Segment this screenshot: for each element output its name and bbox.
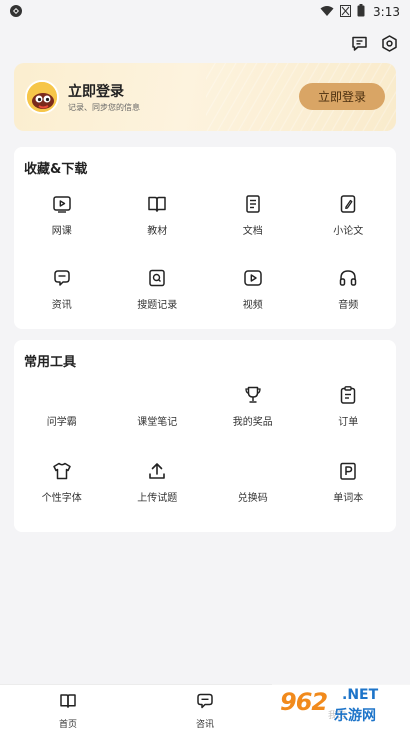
video-course-icon <box>52 193 72 215</box>
paper-pen-icon <box>338 193 358 215</box>
battery-icon <box>357 4 365 20</box>
trophy-icon <box>243 384 263 406</box>
favorites-grid: 网课 教材 文档 小论文 资讯 搜题记录 视频 音频 <box>14 193 396 341</box>
fav-item-search-record[interactable]: 搜题记录 <box>110 267 206 341</box>
tool-item-wordbook[interactable]: 单词本 <box>301 460 397 536</box>
message-icon[interactable] <box>350 34 368 52</box>
wifi-icon <box>320 5 334 20</box>
settings-icon[interactable] <box>380 34 398 52</box>
headphones-icon <box>338 267 358 289</box>
fav-item-video[interactable]: 视频 <box>205 267 301 341</box>
search-record-icon <box>147 267 167 289</box>
document-icon <box>243 193 263 215</box>
watermark-cn: 乐游网 <box>334 708 376 724</box>
signal-icon <box>340 4 352 20</box>
login-subtitle: 记录、同步您的信息 <box>68 103 140 112</box>
vocabulary-icon <box>338 460 358 482</box>
tool-item-notes[interactable]: 课堂笔记 <box>110 384 206 460</box>
status-bar: 3:13 <box>0 0 410 24</box>
fav-item-textbook[interactable]: 教材 <box>110 193 206 267</box>
top-actions <box>350 34 398 52</box>
nav-home[interactable]: 首页 <box>38 692 98 730</box>
tools-section: 常用工具 问学霸 课堂笔记 我的奖品 订单 个性字体 上传试题 兑换码 单词本 <box>14 340 396 532</box>
upload-icon <box>147 460 167 482</box>
tool-item-ask[interactable]: 问学霸 <box>14 384 110 460</box>
news-icon <box>52 267 72 289</box>
favorites-section: 收藏&下载 网课 教材 文档 小论文 资讯 搜题记录 视频 音频 <box>14 147 396 329</box>
video-icon <box>243 267 263 289</box>
tools-grid: 问学霸 课堂笔记 我的奖品 订单 个性字体 上传试题 兑换码 单词本 <box>14 384 396 536</box>
fav-item-course[interactable]: 网课 <box>14 193 110 267</box>
book-icon <box>147 193 167 215</box>
app-status-icon <box>9 4 23 21</box>
nav-news[interactable]: 咨讯 <box>175 692 235 730</box>
avatar[interactable] <box>25 80 59 114</box>
fav-item-audio[interactable]: 音频 <box>301 267 397 341</box>
status-time: 3:13 <box>373 5 400 19</box>
watermark-net: .NET <box>342 687 379 703</box>
fav-item-essay[interactable]: 小论文 <box>301 193 397 267</box>
tool-item-redeem[interactable]: 兑换码 <box>205 460 301 536</box>
tool-item-prizes[interactable]: 我的奖品 <box>205 384 301 460</box>
login-button[interactable]: 立即登录 <box>299 83 385 110</box>
watermark-number: 962 <box>280 688 328 716</box>
book-open-icon <box>59 692 77 714</box>
login-banner[interactable]: 立即登录 记录、同步您的信息 立即登录 <box>14 63 396 131</box>
tool-item-upload[interactable]: 上传试题 <box>110 460 206 536</box>
clipboard-icon <box>338 384 358 406</box>
tool-item-orders[interactable]: 订单 <box>301 384 397 460</box>
tools-title: 常用工具 <box>24 355 77 370</box>
fav-item-news[interactable]: 资讯 <box>14 267 110 341</box>
fav-item-docs[interactable]: 文档 <box>205 193 301 267</box>
login-title: 立即登录 <box>68 84 124 100</box>
tshirt-icon <box>52 460 72 482</box>
tool-item-fonts[interactable]: 个性字体 <box>14 460 110 536</box>
chat-icon <box>196 692 214 714</box>
site-watermark: 我的 962 .NET 乐游网 <box>272 684 410 730</box>
favorites-title: 收藏&下载 <box>24 162 88 177</box>
